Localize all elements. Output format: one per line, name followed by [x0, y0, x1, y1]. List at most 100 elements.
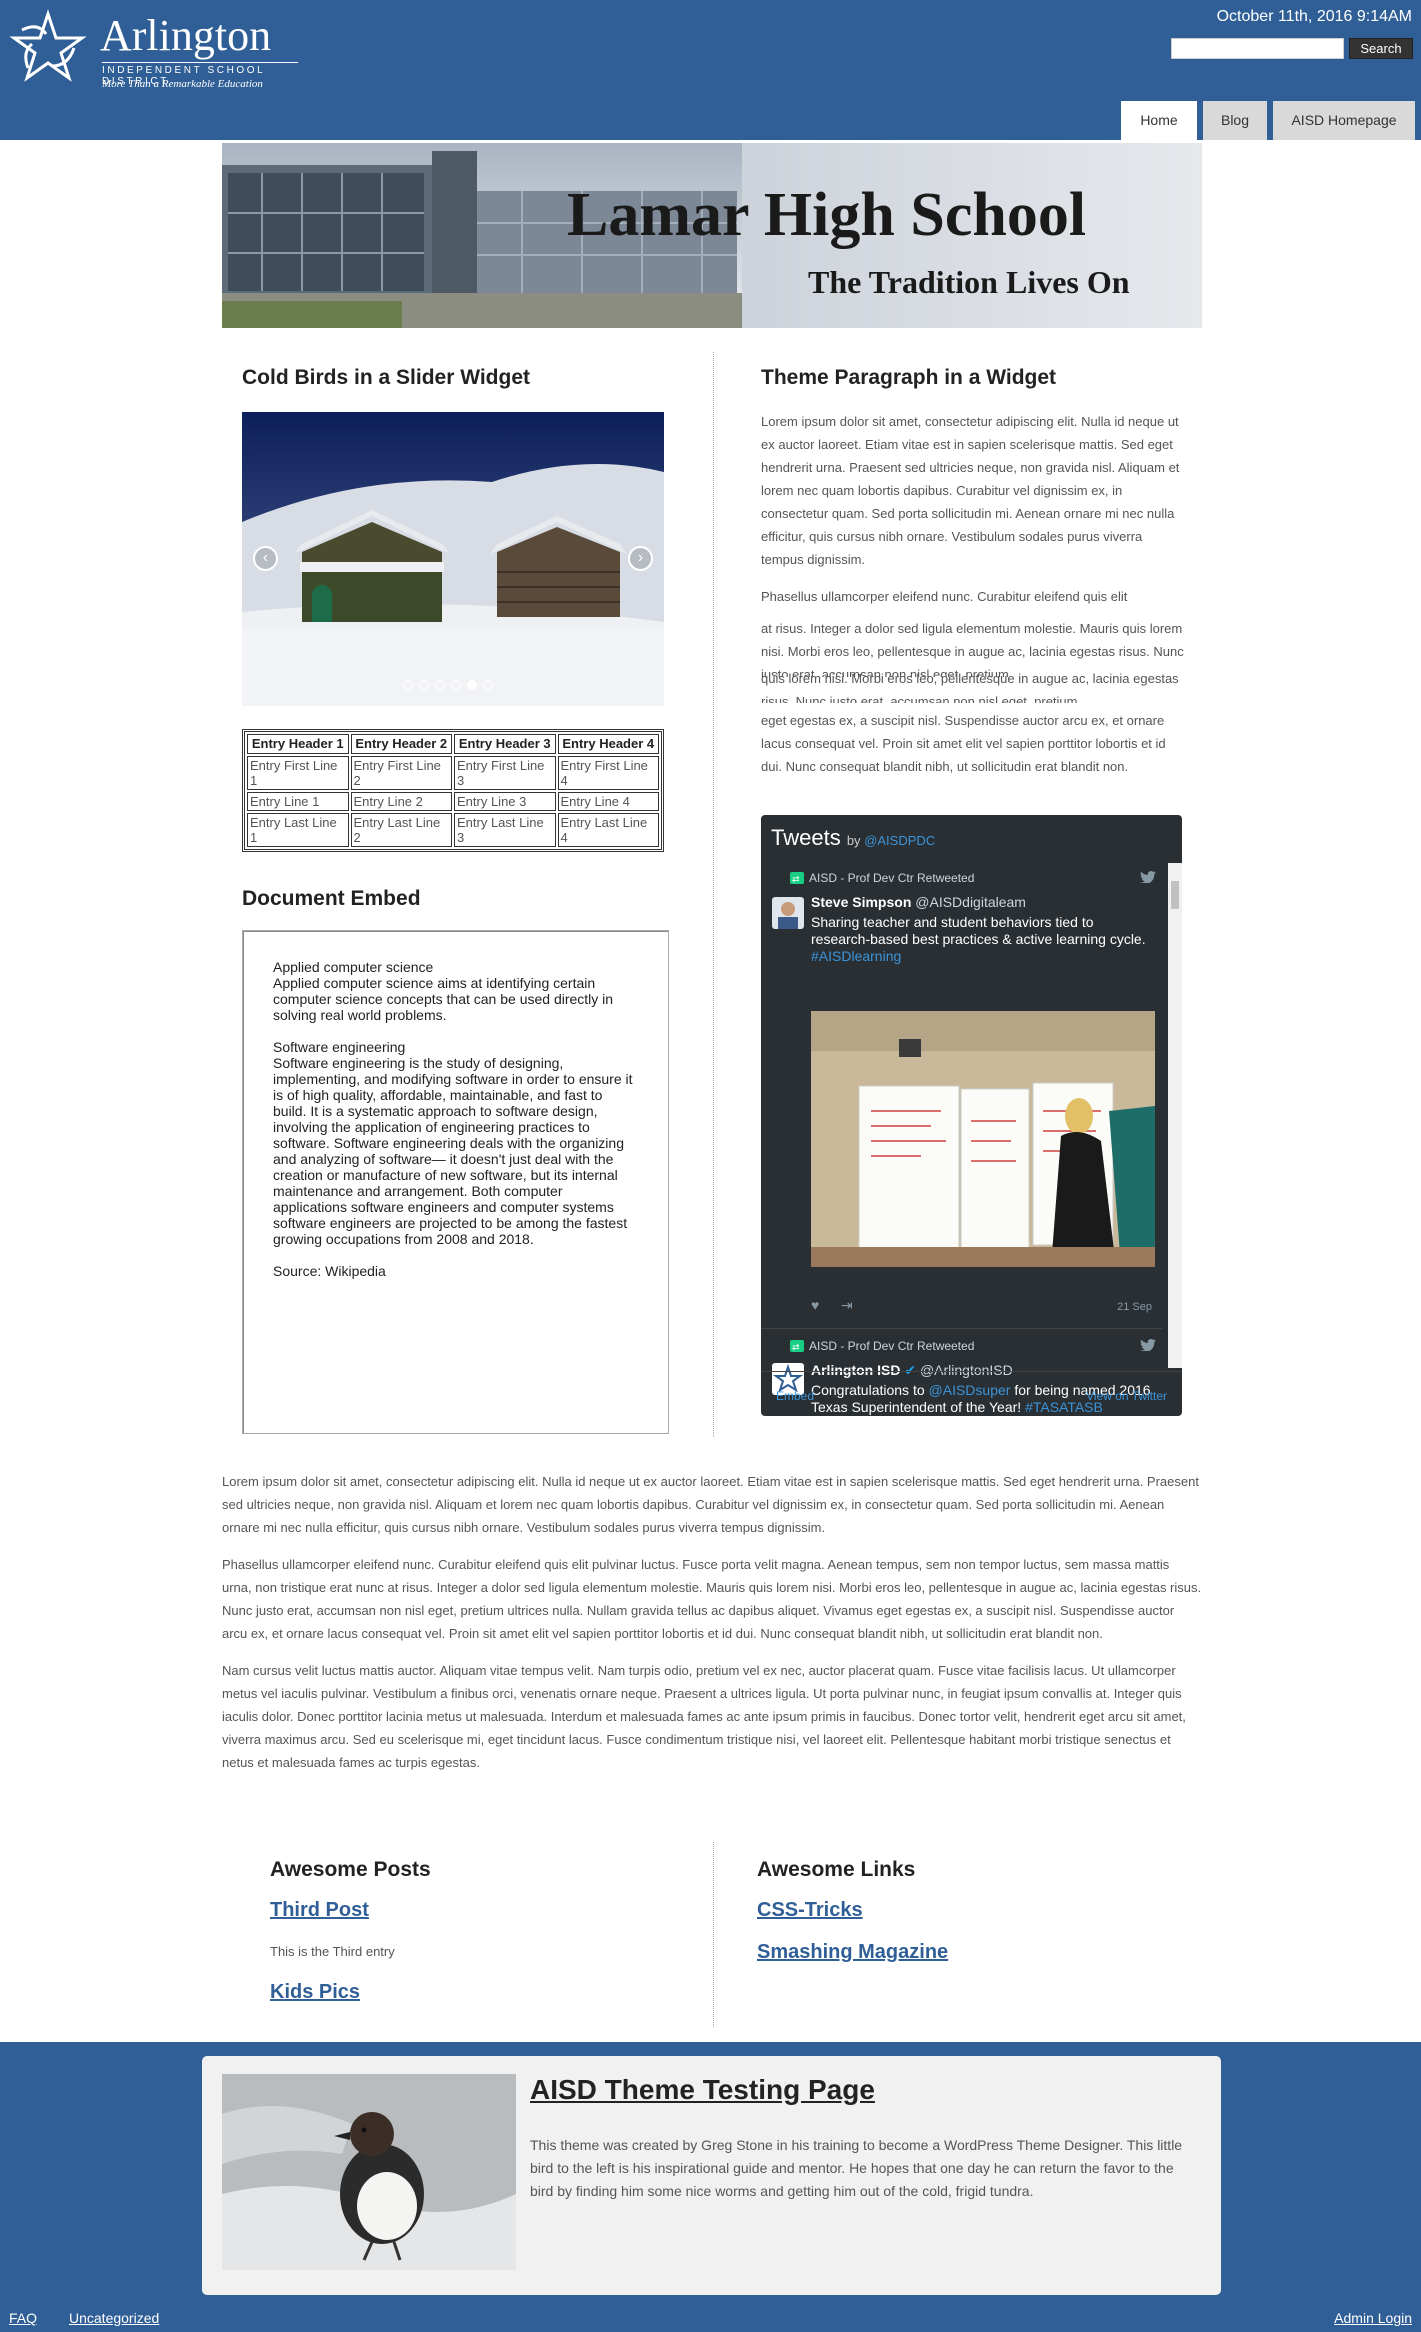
tweet-author-name: Steve Simpson — [811, 894, 912, 910]
document-embed-frame[interactable]: Applied computer science Applied compute… — [242, 930, 669, 1434]
school-banner: Lamar High School The Tradition Lives On — [222, 143, 1202, 328]
footer-card: AISD Theme Testing Page This theme was c… — [202, 2056, 1221, 2295]
lower-column-divider — [713, 1842, 714, 2027]
table-cell: Entry Line 3 — [454, 792, 556, 811]
table-row: Entry Line 1 Entry Line 2 Entry Line 3 E… — [247, 792, 659, 811]
document-embed-title: Document Embed — [242, 887, 421, 910]
table-header: Entry Header 1 — [247, 734, 349, 754]
view-on-twitter-link[interactable]: View on Twitter — [1086, 1389, 1167, 1403]
table-cell: Entry Line 4 — [557, 792, 659, 811]
doc-source: Source: Wikipedia — [273, 1263, 386, 1279]
tweet-author[interactable]: Steve Simpson @AISDdigitaleam — [811, 894, 1026, 910]
post-excerpt: This is the Third entry — [270, 1944, 395, 1959]
tweet-photo[interactable] — [811, 1011, 1155, 1267]
footer-title-link[interactable]: AISD Theme Testing Page — [530, 2074, 875, 2106]
slider-dots — [403, 680, 499, 692]
search-button[interactable]: Search — [1349, 38, 1413, 59]
slider-image — [242, 412, 664, 706]
table-cell: Entry First Line 1 — [247, 756, 349, 790]
content-paragraph: Phasellus ullamcorper eleifend nunc. Cur… — [222, 1557, 1202, 1641]
content-paragraph: Nam cursus velit luctus mattis auctor. A… — [222, 1663, 1186, 1770]
banner-subtitle: The Tradition Lives On — [808, 264, 1130, 300]
logo-tagline: More Than a Remarkable Education — [102, 78, 263, 90]
column-divider — [713, 352, 714, 1437]
twitter-bird-icon[interactable] — [1140, 1339, 1156, 1351]
svg-text:⇄: ⇄ — [792, 1342, 800, 1352]
tweet-body: Sharing teacher and student behaviors ti… — [811, 914, 1146, 947]
doc-section-body: Applied computer science aims at identif… — [273, 975, 614, 1023]
table-cell: Entry First Line 4 — [557, 756, 659, 790]
table-cell: Entry Last Line 4 — [557, 813, 659, 847]
nav-tab-blog[interactable]: Blog — [1203, 101, 1267, 140]
table-cell: Entry First Line 2 — [350, 756, 452, 790]
twitter-bird-icon[interactable] — [1140, 871, 1156, 883]
doc-section-body: Software engineering is the study of des… — [273, 1055, 633, 1247]
tweet-hashtag-link[interactable]: #AISDlearning — [811, 948, 901, 964]
twitter-header: Tweets by @AISDPDC — [771, 825, 935, 851]
slider-dot[interactable] — [419, 680, 429, 690]
slider-dot[interactable] — [451, 680, 461, 690]
doc-section-title: Software engineering — [273, 1039, 406, 1055]
page-content: Lorem ipsum dolor sit amet, consectetur … — [222, 1470, 1202, 1788]
district-logo[interactable]: Arlington INDEPENDENT SCHOOL DISTRICT Mo… — [8, 8, 308, 90]
share-icon[interactable]: ⇥ — [841, 1297, 853, 1314]
awesome-links-title: Awesome Links — [757, 1858, 916, 1881]
table-header: Entry Header 4 — [557, 734, 659, 754]
theme-paragraph: Lorem ipsum dolor sit amet, consectetur … — [761, 410, 1185, 622]
banner-image: Lamar High School The Tradition Lives On — [222, 143, 1202, 328]
theme-paragraph-1: Lorem ipsum dolor sit amet, consectetur … — [761, 414, 1180, 567]
slider-widget-title: Cold Birds in a Slider Widget — [242, 366, 531, 389]
theme-paragraph-title: Theme Paragraph in a Widget — [761, 366, 1057, 389]
logo-name: Arlington — [100, 11, 272, 60]
slider-dot[interactable] — [483, 680, 493, 690]
scrollbar-thumb[interactable] — [1171, 881, 1179, 909]
table-cell: Entry Line 2 — [350, 792, 452, 811]
tweet-avatar[interactable] — [772, 897, 804, 929]
search-input[interactable] — [1171, 38, 1344, 59]
awesome-posts-title: Awesome Posts — [270, 1858, 431, 1881]
footer-link-uncategorized[interactable]: Uncategorized — [69, 2310, 159, 2326]
twitter-title: Tweets — [771, 825, 841, 850]
table-cell: Entry Last Line 3 — [454, 813, 556, 847]
table-row: Entry Last Line 1 Entry Last Line 2 Entr… — [247, 813, 659, 847]
post-link-kids-pics[interactable]: Kids Pics — [270, 1981, 360, 2004]
slider-next-arrow-icon[interactable]: › — [628, 546, 653, 571]
nav-tab-home[interactable]: Home — [1121, 101, 1197, 140]
footer-link-admin-login[interactable]: Admin Login — [1334, 2310, 1412, 2326]
table-header: Entry Header 3 — [454, 734, 556, 754]
slider-dot-active[interactable] — [467, 680, 477, 690]
slider-dot[interactable] — [435, 680, 445, 690]
slider-prev-arrow-icon[interactable]: ‹ — [253, 546, 278, 571]
table-cell: Entry First Line 3 — [454, 756, 556, 790]
like-heart-icon[interactable]: ♥ — [811, 1297, 819, 1313]
overlap-text-b: quis lorem nisi. Morbi eros leo, pellent… — [761, 671, 1179, 703]
nav-tab-aisd-homepage[interactable]: AISD Homepage — [1273, 101, 1415, 140]
link-smashing-magazine[interactable]: Smashing Magazine — [757, 1941, 948, 1964]
retweet-icon: ⇄ — [790, 872, 804, 884]
retweet-icon: ⇄ — [790, 1340, 804, 1352]
doc-section-title: Applied computer science — [273, 959, 434, 975]
twitter-handle-link[interactable]: @AISDPDC — [864, 833, 935, 848]
table-header-row: Entry Header 1 Entry Header 2 Entry Head… — [247, 734, 659, 754]
site-header: Arlington INDEPENDENT SCHOOL DISTRICT Mo… — [0, 0, 1421, 140]
tweet-retweeted-by: AISD - Prof Dev Ctr Retweeted — [809, 871, 975, 885]
footer-description: This theme was created by Greg Stone in … — [530, 2137, 1183, 2199]
footer-bird-photo — [222, 2074, 516, 2270]
twitter-embed-link[interactable]: Embed — [776, 1389, 814, 1403]
image-slider[interactable]: ‹ › — [242, 412, 664, 706]
twitter-timeline[interactable]: ⇄ AISD - Prof Dev Ctr Retweeted Steve Si… — [761, 863, 1182, 1415]
overlap-text-c: eget egestas ex, a suscipit nisl. Suspen… — [761, 713, 1166, 774]
current-datetime: October 11th, 2016 9:14AM — [1216, 8, 1412, 25]
post-link-third-post[interactable]: Third Post — [270, 1899, 369, 1922]
star-logo-icon — [9, 9, 87, 82]
footer-link-faq[interactable]: FAQ — [9, 2310, 37, 2326]
tweet-date[interactable]: 21 Sep — [1117, 1301, 1152, 1313]
link-css-tricks[interactable]: CSS-Tricks — [757, 1899, 863, 1922]
banner-title: Lamar High School — [567, 181, 1086, 249]
slider-dot[interactable] — [403, 680, 413, 690]
overlapping-text-box: at risus. Integer a dolor sed ligula ele… — [761, 617, 1185, 803]
twitter-timeline-widget[interactable]: Tweets by @AISDPDC ⇄ AISD - Prof Dev Ctr… — [761, 815, 1182, 1416]
table-cell: Entry Line 1 — [247, 792, 349, 811]
table-header: Entry Header 2 — [350, 734, 452, 754]
twitter-scrollbar[interactable] — [1168, 863, 1182, 1368]
